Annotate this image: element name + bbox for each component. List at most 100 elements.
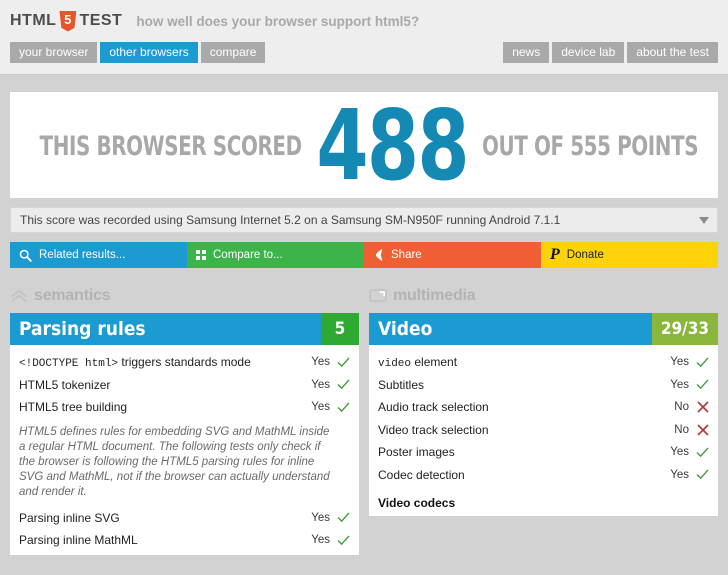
category-name-multimedia: multimedia (393, 287, 476, 304)
test-value: Yes (311, 511, 330, 524)
test-name-code: video (378, 357, 412, 370)
site-tagline: how well does your browser support html5… (136, 13, 420, 29)
related-results-label: Related results... (39, 249, 126, 261)
score-banner: THIS BROWSER SCORED 488 OUT OF 555 POINT… (10, 92, 718, 198)
table-row: Codec detection Yes (378, 464, 709, 487)
score-source-text: This score was recorded using Samsung In… (20, 213, 561, 227)
check-icon (337, 357, 350, 368)
action-bar: Related results... Compare to... Share P… (10, 242, 718, 268)
check-icon (337, 379, 350, 390)
chevron-down-icon (699, 216, 709, 224)
cross-icon (696, 401, 709, 413)
score-prefix-label: THIS BROWSER SCORED (39, 130, 303, 162)
test-name: HTML5 tree building (19, 400, 128, 415)
test-name: Codec detection (378, 467, 465, 482)
table-row: Audio track selection No (378, 396, 709, 419)
check-icon (337, 512, 350, 523)
compare-to-label: Compare to... (213, 249, 283, 261)
panel-title-video: Video (378, 318, 433, 340)
table-row: <!DOCTYPE html> triggers standards mode … (19, 351, 350, 374)
panel-score-parsing-rules: 5 (321, 313, 359, 345)
table-row: Subtitles Yes (378, 374, 709, 397)
table-row: Parsing inline SVG Yes (19, 506, 350, 529)
screen-icon (369, 287, 387, 305)
test-name: HTML5 tokenizer (19, 377, 111, 392)
table-row: video element Yes (378, 351, 709, 374)
grid-icon (196, 250, 206, 260)
test-value: Yes (311, 356, 330, 369)
category-column-multimedia: multimedia Video 29/33 video element Yes (369, 285, 718, 555)
tab-other-browsers[interactable]: other browsers (100, 41, 198, 63)
logo-text-test: TEST (79, 12, 123, 29)
tab-your-browser[interactable]: your browser (10, 41, 98, 63)
panel-body-video: video element Yes Subtitles Yes Audio tr… (369, 345, 718, 516)
category-column-semantics: semantics Parsing rules 5 <!DOCTYPE html… (10, 285, 359, 556)
test-group-heading: Video codecs (378, 496, 456, 510)
test-value: No (674, 423, 689, 436)
test-value: Yes (311, 534, 330, 547)
test-name: Video track selection (378, 422, 489, 437)
table-row: HTML5 tree building Yes (19, 396, 350, 419)
brand-row: HTML 5 TEST how well does your browser s… (0, 0, 728, 35)
cross-icon (696, 424, 709, 436)
check-icon (696, 379, 709, 390)
table-row: Poster images Yes (378, 441, 709, 464)
tab-compare[interactable]: compare (200, 41, 266, 63)
score-line: THIS BROWSER SCORED 488 OUT OF 555 POINT… (10, 92, 718, 198)
donate-button[interactable]: P Donate (541, 242, 718, 268)
nav-news[interactable]: news (503, 41, 550, 63)
nav-row: your browser other browsers compare news… (0, 40, 728, 64)
check-icon (696, 447, 709, 458)
panel-note: HTML5 defines rules for embedding SVG an… (19, 425, 330, 499)
check-icon (696, 469, 709, 480)
logo-text-five: 5 (64, 12, 72, 27)
main-content: THIS BROWSER SCORED 488 OUT OF 555 POINT… (0, 92, 728, 556)
test-value: Yes (311, 378, 330, 391)
score-suffix-label: OUT OF 555 POINTS (482, 130, 699, 162)
secondary-nav: news device lab about the test (503, 41, 718, 63)
test-name: Parsing inline MathML (19, 533, 138, 548)
test-name-rest: element (411, 354, 458, 369)
share-icon (373, 248, 384, 262)
test-name: Poster images (378, 445, 455, 460)
panel-header-video[interactable]: Video 29/33 (369, 313, 718, 345)
panel-parsing-rules: Parsing rules 5 <!DOCTYPE html> triggers… (10, 313, 359, 556)
share-button[interactable]: Share (364, 242, 541, 268)
score-value: 488 (316, 92, 469, 198)
check-icon (337, 402, 350, 413)
paypal-icon: P (550, 246, 560, 263)
html5-shield-icon: 5 (59, 10, 77, 32)
test-name-rest: triggers standards mode (118, 354, 251, 369)
test-name: <!DOCTYPE html> triggers standards mode (19, 355, 311, 370)
test-name: Parsing inline SVG (19, 510, 120, 525)
score-source-select[interactable]: This score was recorded using Samsung In… (10, 207, 718, 233)
test-name: video element (378, 355, 670, 370)
site-header: HTML 5 TEST how well does your browser s… (0, 0, 728, 75)
compare-to-button[interactable]: Compare to... (187, 242, 364, 268)
panel-title-parsing-rules: Parsing rules (19, 318, 146, 340)
category-header-semantics: semantics (10, 285, 359, 307)
nav-about-the-test[interactable]: about the test (627, 41, 718, 63)
search-icon (19, 249, 32, 262)
table-row: HTML5 tokenizer Yes (19, 374, 350, 397)
check-icon (337, 535, 350, 546)
panel-score-video: 29/33 (651, 313, 718, 345)
test-value: No (674, 401, 689, 414)
nav-device-lab[interactable]: device lab (552, 41, 625, 63)
test-value: Yes (670, 378, 689, 391)
panel-body-parsing-rules: <!DOCTYPE html> triggers standards mode … (10, 345, 359, 555)
results-columns: semantics Parsing rules 5 <!DOCTYPE html… (10, 285, 718, 556)
table-row: Video track selection No (378, 419, 709, 442)
primary-nav: your browser other browsers compare (10, 41, 266, 63)
test-name-code: <!DOCTYPE html> (19, 357, 119, 370)
donate-label: Donate (566, 249, 604, 261)
panel-header-parsing-rules[interactable]: Parsing rules 5 (10, 313, 359, 345)
related-results-button[interactable]: Related results... (10, 242, 187, 268)
site-logo[interactable]: HTML 5 TEST (10, 10, 123, 32)
category-header-multimedia: multimedia (369, 285, 718, 307)
test-value: Yes (670, 446, 689, 459)
test-value: Yes (670, 468, 689, 481)
share-label: Share (391, 249, 422, 261)
panel-video: Video 29/33 video element Yes Subtitles … (369, 313, 718, 516)
test-name: Subtitles (378, 377, 425, 392)
